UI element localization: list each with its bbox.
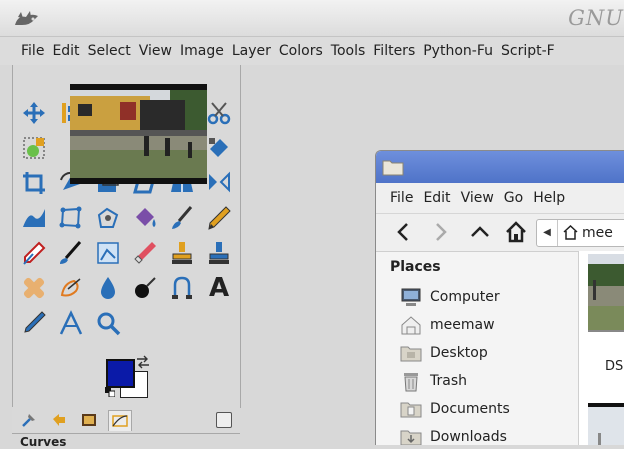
file-manager-menubar: File Edit View Go Help	[376, 183, 624, 214]
foreground-select-tool-icon[interactable]	[19, 133, 49, 163]
pencil-tool-icon[interactable]	[204, 203, 234, 233]
menu-colors[interactable]: Colors	[275, 37, 327, 65]
bucket-fill-tool-icon[interactable]	[130, 203, 160, 233]
dock-panel-title: Curves	[20, 435, 67, 449]
place-downloads[interactable]: Downloads	[400, 425, 507, 445]
place-desktop[interactable]: Desktop	[400, 341, 488, 365]
place-label: Downloads	[430, 429, 507, 445]
curves-icon	[112, 415, 128, 427]
menu-layer[interactable]: Layer	[228, 37, 275, 65]
menu-file[interactable]: File	[0, 37, 48, 65]
eraser-tool-icon[interactable]	[130, 238, 160, 268]
menu-tools[interactable]: Tools	[327, 37, 370, 65]
unified-transform-tool-icon[interactable]	[204, 133, 234, 163]
file-manager-toolbar: ◀ mee	[376, 214, 624, 252]
gimp-wilber-logo-icon	[15, 11, 38, 25]
fm-menu-file[interactable]: File	[376, 183, 418, 213]
place-label: Desktop	[430, 345, 488, 361]
airbrush-tool-icon[interactable]	[93, 238, 123, 268]
paths-tool-icon[interactable]	[167, 273, 197, 303]
forward-arrow-icon[interactable]	[428, 220, 452, 244]
scissors-select-tool-icon[interactable]	[204, 98, 234, 128]
fm-menu-edit[interactable]: Edit	[418, 183, 455, 213]
heal-stamp-tool-icon[interactable]	[204, 238, 234, 268]
places-heading: Places	[390, 259, 441, 275]
flip-tool-icon[interactable]	[204, 168, 234, 198]
place-computer[interactable]: Computer	[400, 285, 500, 309]
paintbrush-tool-icon[interactable]	[167, 203, 197, 233]
home-icon[interactable]	[504, 220, 528, 244]
place-label: Documents	[430, 401, 510, 417]
images-tab[interactable]	[78, 410, 100, 430]
menu-image[interactable]: Image	[176, 37, 228, 65]
dragged-image-thumbnail	[70, 84, 207, 184]
text-tool-icon[interactable]: A	[204, 273, 234, 303]
file-thumbnail[interactable]	[588, 254, 624, 332]
desktop-folder-icon	[400, 346, 422, 362]
cage-transform-tool-icon[interactable]	[56, 203, 86, 233]
up-arrow-icon[interactable]	[468, 220, 492, 244]
path-bar[interactable]: ◀ mee	[536, 219, 624, 247]
folder-icon	[382, 160, 404, 176]
crop-tool-icon[interactable]	[19, 168, 49, 198]
reset-colors-icon[interactable]	[105, 387, 115, 397]
path-scroll-left-icon[interactable]: ◀	[537, 220, 558, 246]
menu-view[interactable]: View	[135, 37, 176, 65]
mypaint-brush-tool-icon[interactable]	[56, 238, 86, 268]
blur-tool-icon[interactable]	[93, 273, 123, 303]
fm-menu-view[interactable]: View	[456, 183, 499, 213]
back-arrow-icon[interactable]	[392, 220, 416, 244]
place-trash[interactable]: Trash	[400, 369, 467, 393]
file-manager-title-bar[interactable]	[376, 151, 624, 183]
place-label: Computer	[430, 289, 500, 305]
places-sidebar: Places Computer meemaw Desktop Trash Doc…	[376, 251, 576, 445]
measure-tool-icon[interactable]	[56, 308, 86, 338]
undo-history-tab[interactable]	[48, 410, 70, 430]
images-icon	[82, 414, 96, 426]
menu-edit[interactable]: Edit	[48, 37, 83, 65]
menu-select[interactable]: Select	[84, 37, 135, 65]
path-home-icon	[563, 225, 578, 240]
file-view: DS	[578, 251, 624, 445]
place-home[interactable]: meemaw	[400, 313, 495, 337]
dodge-burn-tool-icon[interactable]	[130, 273, 160, 303]
place-label: meemaw	[430, 317, 495, 333]
color-picker-tool-icon[interactable]	[19, 308, 49, 338]
fm-menu-help[interactable]: Help	[528, 183, 570, 213]
ink-pen-tool-icon[interactable]	[19, 238, 49, 268]
warp-transform-tool-icon[interactable]	[19, 203, 49, 233]
swap-colors-icon[interactable]	[135, 355, 151, 369]
tool-options-tab[interactable]	[18, 410, 40, 430]
place-label: Trash	[430, 373, 467, 389]
path-segment-home[interactable]: mee	[582, 220, 613, 246]
computer-icon	[401, 288, 421, 306]
move-tool-icon[interactable]	[19, 98, 49, 128]
trash-icon	[404, 373, 418, 392]
window-title: GNU	[568, 6, 624, 30]
curves-tab[interactable]	[108, 410, 132, 431]
menu-filters[interactable]: Filters	[369, 37, 419, 65]
home-folder-icon	[401, 316, 421, 335]
menu-python-fu[interactable]: Python-Fu	[419, 37, 497, 65]
place-documents[interactable]: Documents	[400, 397, 510, 421]
smudge-tool-icon[interactable]	[56, 273, 86, 303]
dock-tab-bar	[12, 407, 240, 434]
healing-tool-icon[interactable]	[19, 273, 49, 303]
foreground-color-swatch[interactable]	[106, 359, 135, 388]
gimp-title-bar[interactable]: GNU	[0, 0, 624, 37]
undo-history-icon	[53, 414, 65, 426]
file-name-label[interactable]: DS	[605, 359, 623, 374]
downloads-folder-icon	[400, 430, 422, 445]
file-thumbnail[interactable]	[588, 403, 624, 445]
file-manager-window[interactable]: File Edit View Go Help ◀ mee Places Computer…	[375, 150, 624, 445]
zoom-tool-icon[interactable]	[93, 308, 123, 338]
clone-stamp-tool-icon[interactable]	[167, 238, 197, 268]
gimp-menubar: File Edit Select View Image Layer Colors Tools F…	[0, 37, 624, 65]
menu-script-fu[interactable]: Script-F	[497, 37, 559, 65]
dock-menu-button[interactable]	[216, 412, 232, 428]
fm-menu-go[interactable]: Go	[499, 183, 528, 213]
documents-folder-icon	[400, 402, 422, 418]
handle-transform-tool-icon[interactable]	[93, 203, 123, 233]
tool-options-icon	[22, 414, 35, 427]
